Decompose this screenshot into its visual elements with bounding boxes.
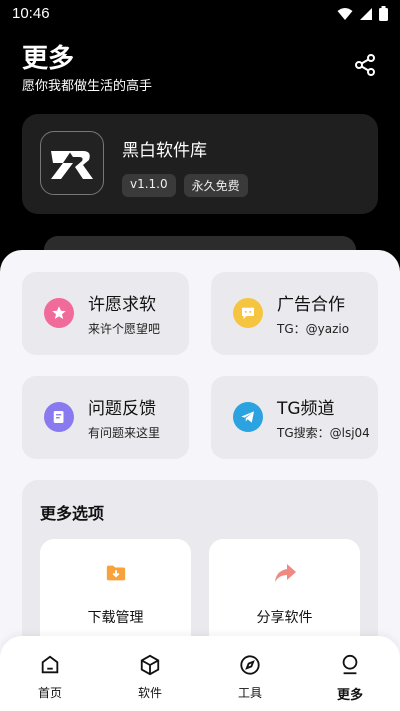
tile-title: 许愿求软 xyxy=(88,295,156,315)
tab-label: 工具 xyxy=(237,686,262,700)
tile-tg-channel[interactable]: TG频道 TG搜索：@lsj04 xyxy=(211,376,378,459)
telegram-icon xyxy=(233,402,263,432)
wifi-icon xyxy=(337,7,353,20)
profile-icon xyxy=(338,653,362,677)
tab-label: 软件 xyxy=(137,686,162,700)
home-icon xyxy=(38,653,62,677)
tile-ad-cooperation[interactable]: 广告合作 TG：@yazio xyxy=(211,272,378,355)
share-arrow-icon xyxy=(273,561,297,585)
option-label: 下载管理 xyxy=(87,610,144,626)
share-software-button[interactable]: 分享软件 xyxy=(209,539,360,649)
status-icons xyxy=(337,6,388,21)
tab-software[interactable]: 软件 xyxy=(100,636,200,711)
share-button[interactable] xyxy=(350,50,380,80)
tile-wish-request[interactable]: 许愿求软 来许个愿望吧 xyxy=(22,272,189,355)
download-folder-icon xyxy=(104,561,128,585)
tile-title: TG频道 xyxy=(277,399,335,419)
compass-icon xyxy=(238,653,262,677)
tile-subtitle: TG：@yazio xyxy=(277,322,350,336)
status-time: 10:46 xyxy=(12,5,50,22)
page-subtitle: 愿你我都做生活的高手 xyxy=(22,79,153,94)
feedback-icon xyxy=(44,402,74,432)
tile-subtitle: 有问题来这里 xyxy=(88,426,161,440)
cube-icon xyxy=(138,653,162,677)
version-badge: v1.1.0 xyxy=(122,174,176,197)
chat-bubble-icon xyxy=(233,298,263,328)
download-manager-button[interactable]: 下载管理 xyxy=(40,539,191,649)
price-badge: 永久免费 xyxy=(183,174,248,197)
tile-feedback[interactable]: 问题反馈 有问题来这里 xyxy=(22,376,189,459)
app-tags: v1.1.0 永久免费 xyxy=(122,174,248,197)
tab-label: 更多 xyxy=(336,688,363,703)
app-info-card: 黑白软件库 v1.1.0 永久免费 xyxy=(22,114,378,214)
battery-icon xyxy=(379,6,388,21)
tab-more[interactable]: 更多 xyxy=(300,636,400,711)
tile-title: 问题反馈 xyxy=(88,399,156,419)
tile-subtitle: TG搜索：@lsj04 xyxy=(277,426,370,440)
app-logo xyxy=(40,131,104,195)
status-bar: 10:46 xyxy=(0,0,400,30)
more-options-title: 更多选项 xyxy=(40,504,105,523)
option-label: 分享软件 xyxy=(256,610,313,626)
signal-icon xyxy=(360,7,372,20)
bottom-tab-bar: 首页 软件 工具 更多 xyxy=(0,636,400,711)
tab-home[interactable]: 首页 xyxy=(0,636,100,711)
tab-label: 首页 xyxy=(37,686,62,700)
tab-tools[interactable]: 工具 xyxy=(200,636,300,711)
share-icon xyxy=(355,54,375,76)
app-name: 黑白软件库 xyxy=(122,141,207,161)
tile-title: 广告合作 xyxy=(277,295,345,315)
tile-subtitle: 来许个愿望吧 xyxy=(88,322,161,336)
star-icon xyxy=(44,298,74,328)
page-title: 更多 xyxy=(22,44,75,74)
app-logo-icon xyxy=(51,151,93,179)
